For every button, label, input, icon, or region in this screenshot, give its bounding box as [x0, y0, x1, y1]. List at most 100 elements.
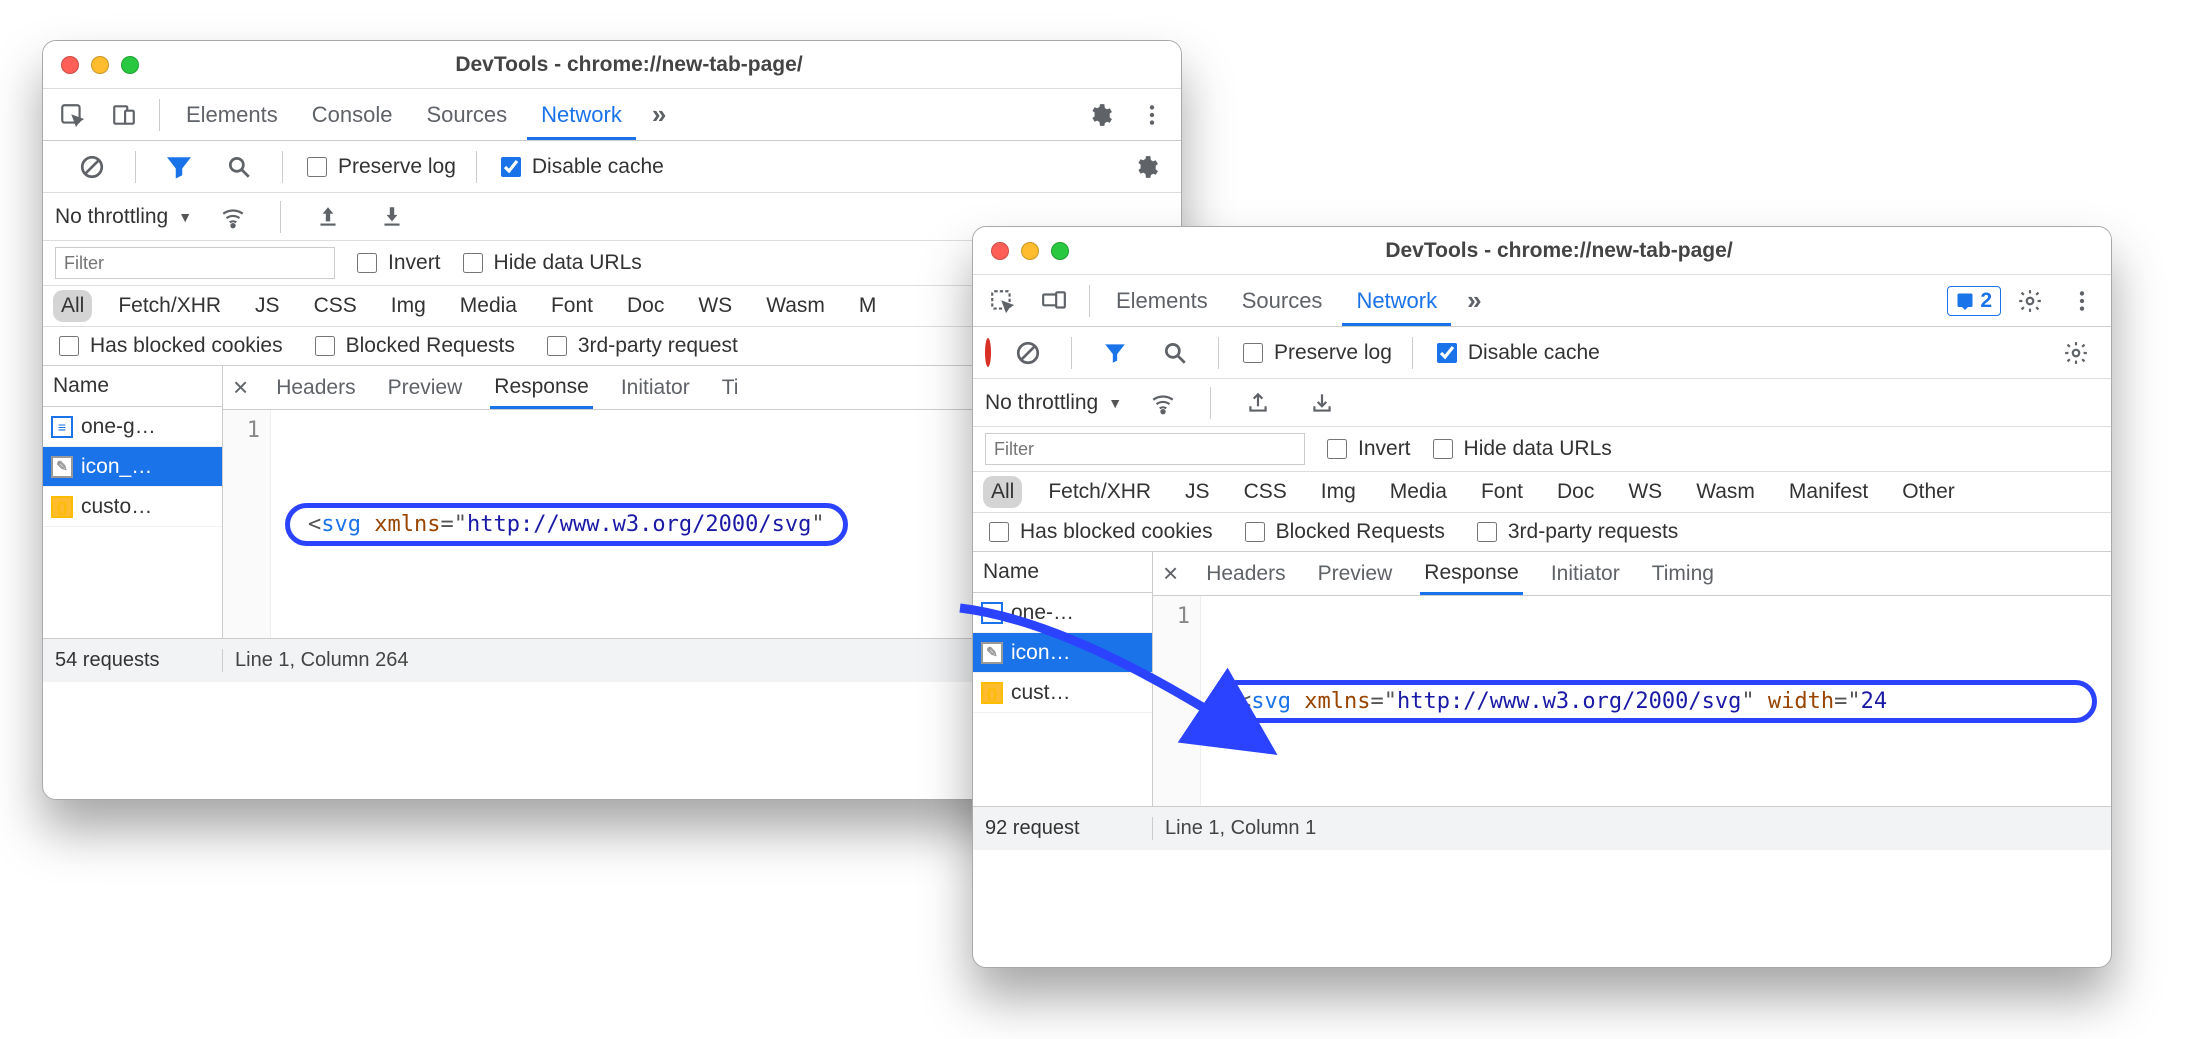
hide-data-urls-checkbox[interactable]: Hide data URLs — [1429, 436, 1612, 462]
gear-icon[interactable] — [2007, 282, 2053, 320]
response-code[interactable]: 1 <svg xmlns="http://www.w3.org/2000/svg… — [1153, 596, 2111, 806]
network-settings-gear-icon[interactable] — [1123, 148, 1169, 186]
blocked-requests-checkbox[interactable]: Blocked Requests — [311, 333, 515, 359]
clear-icon[interactable] — [1005, 334, 1051, 372]
request-row[interactable]: ✎icon… — [973, 633, 1152, 673]
minimize-window-icon[interactable] — [91, 56, 109, 74]
request-row[interactable]: {}cust… — [973, 673, 1152, 713]
device-toolbar-icon[interactable] — [1031, 282, 1077, 320]
preserve-log-checkbox[interactable]: Preserve log — [303, 154, 456, 180]
upload-har-icon[interactable] — [305, 198, 351, 236]
filter-funnel-icon[interactable] — [156, 148, 202, 186]
type-filter-fetchxhr[interactable]: Fetch/XHR — [1040, 476, 1159, 508]
type-filter-doc[interactable]: Doc — [1549, 476, 1602, 508]
request-row[interactable]: ≡one-… — [973, 593, 1152, 633]
type-filter-other[interactable]: Other — [1894, 476, 1963, 508]
tab-network[interactable]: Network — [1342, 276, 1451, 326]
download-har-icon[interactable] — [1299, 384, 1345, 422]
search-icon[interactable] — [1152, 334, 1198, 372]
maximize-window-icon[interactable] — [1051, 242, 1069, 260]
blocked-requests-checkbox[interactable]: Blocked Requests — [1241, 519, 1445, 545]
search-icon[interactable] — [216, 148, 262, 186]
type-filter-js[interactable]: JS — [1177, 476, 1218, 508]
type-filter-font[interactable]: Font — [1473, 476, 1531, 508]
network-conditions-wifi-icon[interactable] — [210, 198, 256, 236]
close-detail-icon[interactable]: × — [233, 372, 248, 403]
minimize-window-icon[interactable] — [1021, 242, 1039, 260]
type-filter-fetchxhr[interactable]: Fetch/XHR — [110, 290, 229, 322]
detail-tab-timing-truncated[interactable]: Ti — [718, 368, 743, 407]
detail-tab-preview[interactable]: Preview — [1314, 554, 1397, 593]
detail-tab-initiator[interactable]: Initiator — [617, 368, 694, 407]
detail-tab-preview[interactable]: Preview — [384, 368, 467, 407]
device-toolbar-icon[interactable] — [101, 96, 147, 134]
network-settings-gear-icon[interactable] — [2053, 334, 2099, 372]
tab-elements[interactable]: Elements — [1102, 276, 1222, 326]
disable-cache-checkbox[interactable]: Disable cache — [1433, 340, 1600, 366]
preserve-log-checkbox[interactable]: Preserve log — [1239, 340, 1392, 366]
tab-console[interactable]: Console — [298, 90, 407, 140]
type-filter-manifest[interactable]: Manifest — [1781, 476, 1876, 508]
third-party-requests-checkbox[interactable]: 3rd-party request — [543, 333, 738, 359]
throttling-select[interactable]: No throttling▼ — [985, 391, 1122, 415]
network-conditions-wifi-icon[interactable] — [1140, 384, 1186, 422]
type-filter-ws[interactable]: WS — [690, 290, 740, 322]
more-tabs-chevron-icon[interactable]: » — [642, 99, 676, 130]
third-party-requests-checkbox[interactable]: 3rd-party requests — [1473, 519, 1678, 545]
close-window-icon[interactable] — [61, 56, 79, 74]
has-blocked-cookies-checkbox[interactable]: Has blocked cookies — [985, 519, 1213, 545]
hide-data-urls-checkbox[interactable]: Hide data URLs — [459, 250, 642, 276]
detail-tab-initiator[interactable]: Initiator — [1547, 554, 1624, 593]
detail-tab-headers[interactable]: Headers — [272, 368, 359, 407]
disable-cache-checkbox[interactable]: Disable cache — [497, 154, 664, 180]
inspect-icon[interactable] — [49, 96, 95, 134]
type-filter-css[interactable]: CSS — [306, 290, 365, 322]
invert-checkbox[interactable]: Invert — [1323, 436, 1411, 462]
gear-icon[interactable] — [1077, 96, 1123, 134]
filter-funnel-icon[interactable] — [1092, 334, 1138, 372]
close-window-icon[interactable] — [991, 242, 1009, 260]
request-row[interactable]: {}custo… — [43, 487, 222, 527]
more-tabs-chevron-icon[interactable]: » — [1457, 285, 1491, 316]
close-detail-icon[interactable]: × — [1163, 558, 1178, 589]
filter-input[interactable] — [985, 433, 1305, 465]
requests-name-header[interactable]: Name — [43, 366, 222, 407]
clear-icon[interactable] — [69, 148, 115, 186]
type-filter-truncated[interactable]: M — [851, 290, 885, 322]
throttling-select[interactable]: No throttling▼ — [55, 205, 192, 229]
request-row[interactable]: ≡one-g… — [43, 407, 222, 447]
type-filter-img[interactable]: Img — [1313, 476, 1364, 508]
type-filter-img[interactable]: Img — [383, 290, 434, 322]
type-filter-wasm[interactable]: Wasm — [758, 290, 833, 322]
detail-tab-response[interactable]: Response — [1420, 553, 1523, 595]
type-filter-css[interactable]: CSS — [1236, 476, 1295, 508]
tab-network[interactable]: Network — [527, 90, 636, 140]
kebab-menu-icon[interactable] — [2059, 282, 2105, 320]
type-filter-js[interactable]: JS — [247, 290, 288, 322]
type-filter-font[interactable]: Font — [543, 290, 601, 322]
invert-checkbox[interactable]: Invert — [353, 250, 441, 276]
kebab-menu-icon[interactable] — [1129, 96, 1175, 134]
type-filter-all[interactable]: All — [983, 476, 1022, 508]
maximize-window-icon[interactable] — [121, 56, 139, 74]
requests-name-header[interactable]: Name — [973, 552, 1152, 593]
type-filter-media[interactable]: Media — [452, 290, 525, 322]
has-blocked-cookies-checkbox[interactable]: Has blocked cookies — [55, 333, 283, 359]
record-stop-icon[interactable] — [985, 341, 991, 365]
detail-tab-timing[interactable]: Timing — [1648, 554, 1718, 593]
type-filter-doc[interactable]: Doc — [619, 290, 672, 322]
detail-tab-headers[interactable]: Headers — [1202, 554, 1289, 593]
detail-tab-response[interactable]: Response — [490, 367, 593, 409]
filter-input[interactable] — [55, 247, 335, 279]
tab-sources[interactable]: Sources — [1228, 276, 1337, 326]
type-filter-media[interactable]: Media — [1382, 476, 1455, 508]
issues-badge[interactable]: 2 — [1947, 286, 2001, 316]
type-filter-wasm[interactable]: Wasm — [1688, 476, 1763, 508]
request-row[interactable]: ✎icon_… — [43, 447, 222, 487]
type-filter-all[interactable]: All — [53, 290, 92, 322]
inspect-icon[interactable] — [979, 282, 1025, 320]
type-filter-ws[interactable]: WS — [1620, 476, 1670, 508]
tab-sources[interactable]: Sources — [412, 90, 521, 140]
tab-elements[interactable]: Elements — [172, 90, 292, 140]
upload-har-icon[interactable] — [1235, 384, 1281, 422]
